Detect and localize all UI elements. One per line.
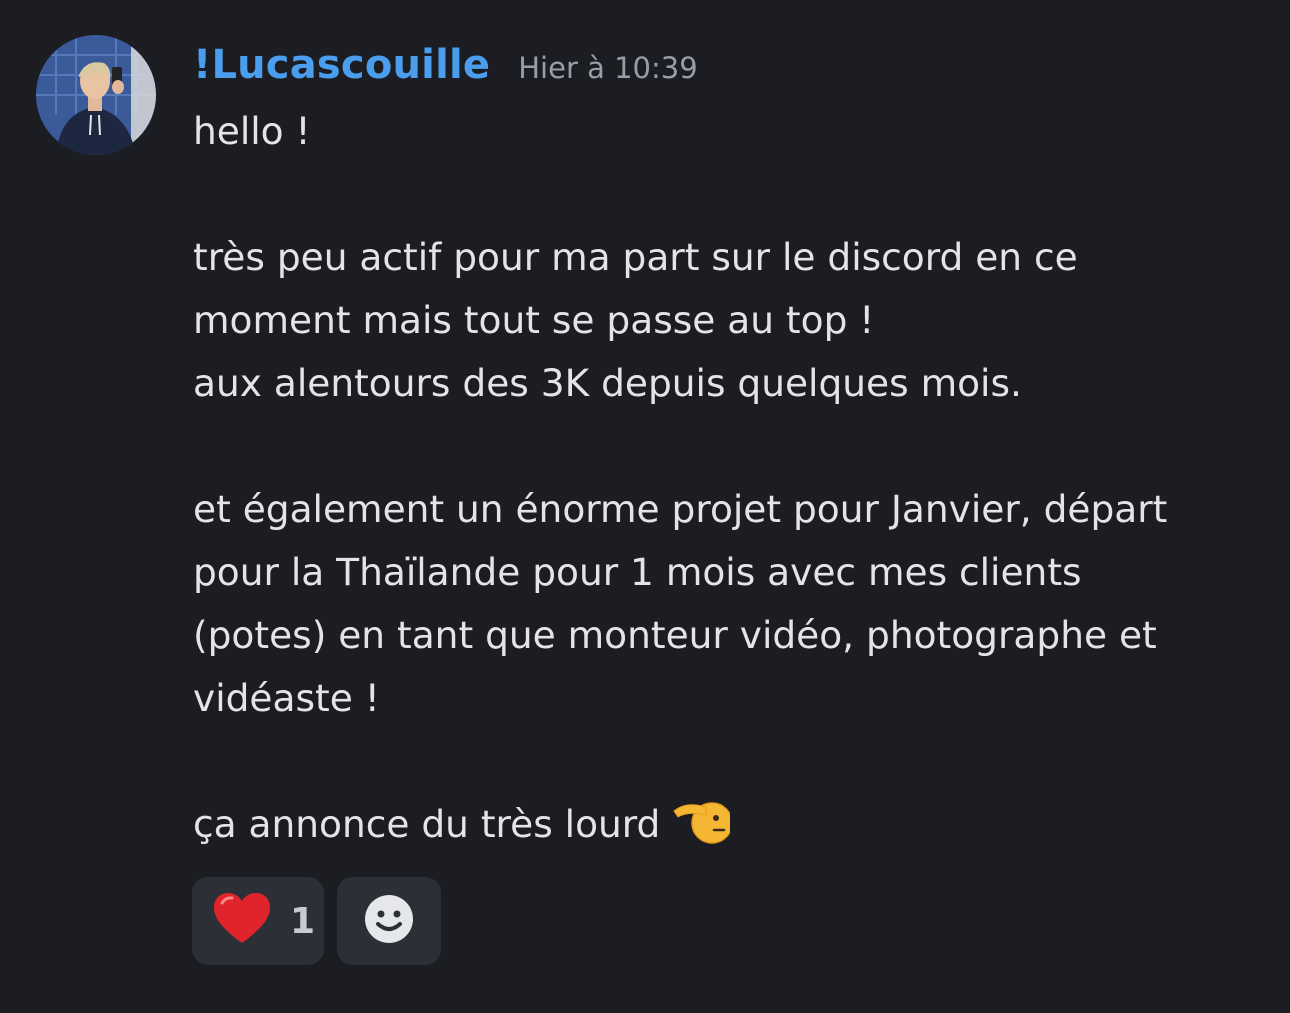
- message-line: très peu actif pour ma part sur le disco…: [193, 235, 1078, 279]
- red-heart-icon: [212, 891, 272, 951]
- message-line: hello !: [193, 109, 311, 153]
- message-line: et également un énorme projet pour Janvi…: [193, 487, 1168, 531]
- message-line: (potes) en tant que monteur vidéo, photo…: [193, 613, 1157, 657]
- message-line-last: ça annonce du très lourd: [193, 793, 1263, 866]
- message-line: vidéaste !: [193, 676, 380, 720]
- avatar-photo: [36, 35, 156, 155]
- user-avatar[interactable]: [36, 35, 156, 155]
- add-reaction-smiley-icon: [363, 893, 415, 949]
- message-line: aux alentours des 3K depuis quelques moi…: [193, 361, 1022, 405]
- username[interactable]: !Lucascouille: [193, 42, 490, 88]
- message-header: !Lucascouille Hier à 10:39: [193, 42, 698, 88]
- add-reaction-button[interactable]: [337, 877, 441, 965]
- message-content: hello ! très peu actif pour ma part sur …: [193, 100, 1263, 866]
- message-line: moment mais tout se passe au top !: [193, 298, 875, 342]
- message-line-text: ça annonce du très lourd: [193, 802, 661, 846]
- message-timestamp[interactable]: Hier à 10:39: [518, 51, 697, 85]
- heart-reaction-button[interactable]: 1: [192, 877, 324, 965]
- chat-view: !Lucascouille Hier à 10:39 hello ! très …: [0, 0, 1290, 1013]
- message-line: pour la Thaïlande pour 1 mois avec mes c…: [193, 550, 1082, 594]
- saluting-face-icon: [672, 793, 734, 866]
- reactions-bar: 1: [192, 877, 441, 965]
- reaction-count: 1: [290, 900, 316, 942]
